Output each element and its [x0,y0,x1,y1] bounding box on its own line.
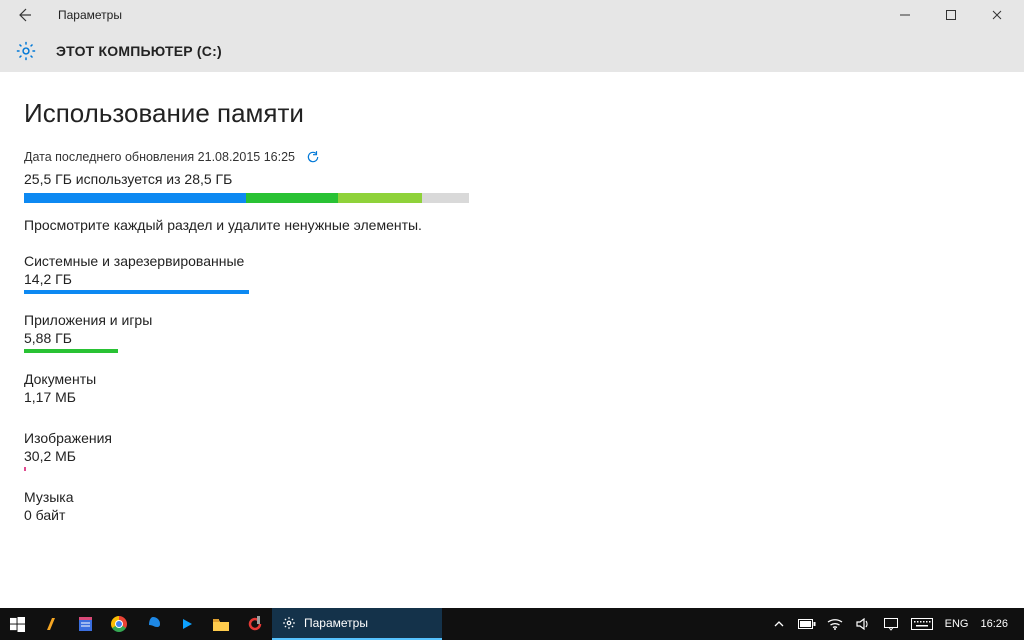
window-title: Параметры [58,8,122,22]
categories-list: Системные и зарезервированные 14,2 ГБ Прил… [24,253,1000,530]
usage-summary: 25,5 ГБ используется из 28,5 ГБ [24,171,1000,187]
drive-label: ЭТОТ КОМПЬЮТЕР (C:) [56,43,222,59]
battery-icon[interactable] [793,608,821,640]
last-updated-text: Дата последнего обновления 21.08.2015 16… [24,150,295,164]
category-size: 5,88 ГБ [24,330,1000,346]
storage-segment-system [24,193,246,203]
category-bar [24,526,464,530]
category-item[interactable]: Документы 1,17 МБ [24,371,1000,412]
back-button[interactable] [14,5,34,25]
taskbar-app-label: Параметры [304,616,368,630]
action-center-icon[interactable] [877,608,905,640]
window-controls [882,0,1020,30]
category-title: Приложения и игры [24,312,1000,328]
wifi-icon[interactable] [821,608,849,640]
maximize-button[interactable] [928,0,974,30]
category-title: Музыка [24,489,1000,505]
category-size: 30,2 МБ [24,448,1000,464]
keyboard-icon[interactable] [905,608,939,640]
taskbar-clock[interactable]: 16:26 [974,618,1018,630]
hint-text: Просмотрите каждый раздел и удалите нену… [24,217,1000,233]
category-title: Системные и зарезервированные [24,253,1000,269]
volume-icon[interactable] [849,608,877,640]
taskbar-app-ccleaner[interactable] [238,608,272,640]
drive-row: ЭТОТ КОМПЬЮТЕР (C:) [0,30,1024,72]
page-heading: Использование памяти [24,98,1000,129]
close-button[interactable] [974,0,1020,30]
taskbar-app-notepad[interactable] [68,608,102,640]
category-bar [24,467,464,471]
category-title: Изображения [24,430,1000,446]
category-bar [24,290,464,294]
settings-header: Параметры ЭТОТ КОМПЬЮТЕР (C:) [0,0,1024,72]
last-updated-row: Дата последнего обновления 21.08.2015 16… [24,149,1000,165]
taskbar: Параметры ENG 16:26 [0,608,1024,640]
category-title: Документы [24,371,1000,387]
category-bar [24,408,464,412]
taskbar-left: Параметры [0,608,442,640]
category-size: 0 байт [24,507,1000,523]
category-item[interactable]: Музыка 0 байт [24,489,1000,530]
refresh-icon[interactable] [305,149,321,165]
taskbar-app-winamp[interactable] [34,608,68,640]
category-item[interactable]: Изображения 30,2 МБ [24,430,1000,471]
taskbar-app-chrome[interactable] [102,608,136,640]
taskbar-app-explorer[interactable] [204,608,238,640]
storage-segment-free [422,193,469,203]
minimize-button[interactable] [882,0,928,30]
gear-icon [14,39,38,63]
storage-usage-bar [24,193,469,203]
storage-segment-apps [246,193,338,203]
title-row: Параметры [0,0,1024,30]
category-bar [24,349,464,353]
content: Использование памяти Дата последнего обн… [0,72,1024,530]
category-item[interactable]: Системные и зарезервированные 14,2 ГБ [24,253,1000,294]
tray-overflow-icon[interactable] [765,608,793,640]
taskbar-right: ENG 16:26 [765,608,1024,640]
start-button[interactable] [0,608,34,640]
last-updated-value: 21.08.2015 16:25 [198,150,295,164]
taskbar-app-edge[interactable] [136,608,170,640]
category-size: 14,2 ГБ [24,271,1000,287]
taskbar-app-media[interactable] [170,608,204,640]
taskbar-app-active[interactable]: Параметры [272,608,442,640]
category-size: 1,17 МБ [24,389,1000,405]
category-item[interactable]: Приложения и игры 5,88 ГБ [24,312,1000,353]
last-updated-prefix: Дата последнего обновления [24,150,194,164]
language-indicator[interactable]: ENG [939,618,975,630]
storage-segment-other [338,193,422,203]
gear-icon [282,616,296,630]
